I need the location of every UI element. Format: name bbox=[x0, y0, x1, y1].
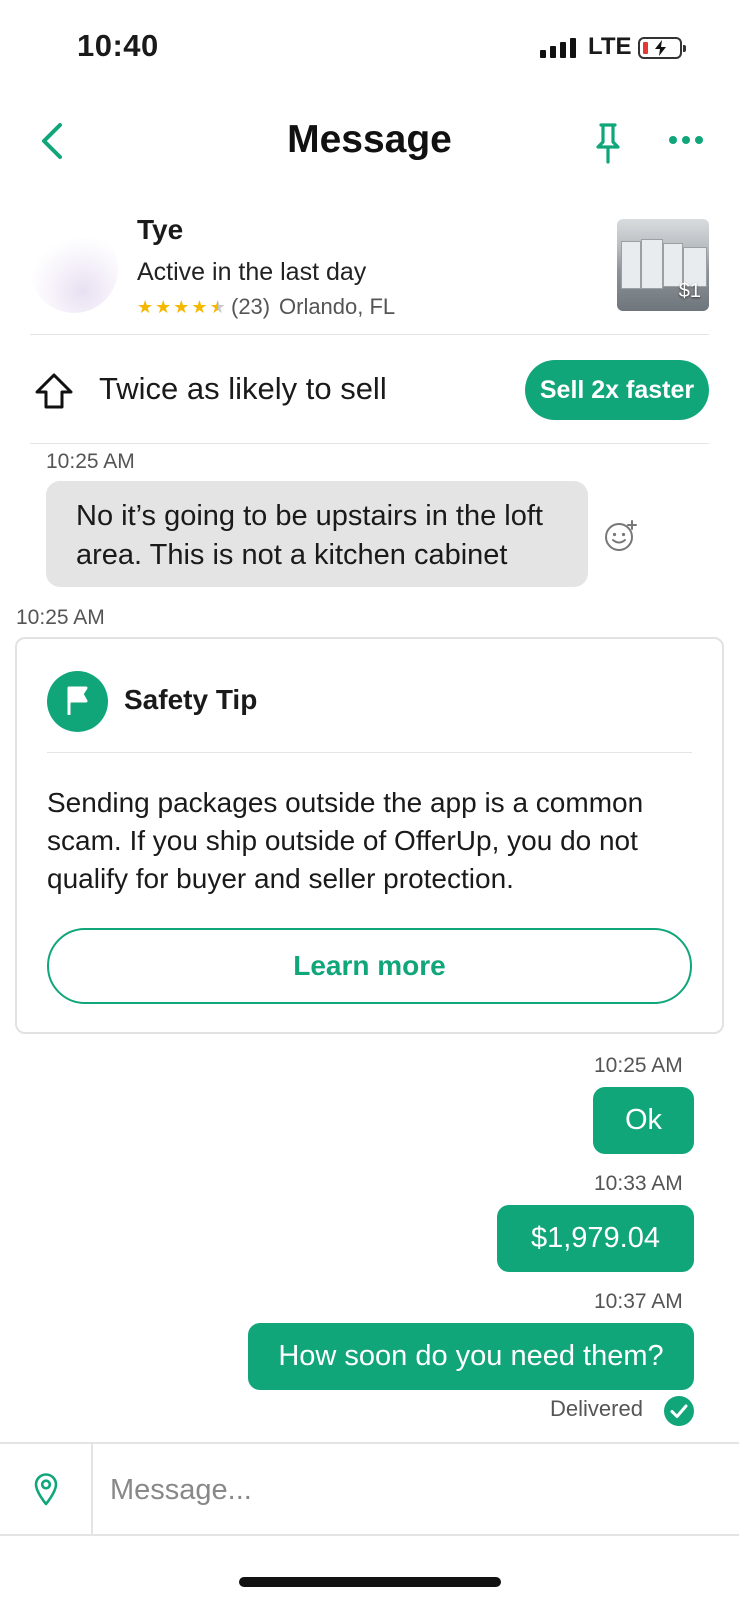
divider bbox=[30, 443, 709, 444]
status-time: 10:40 bbox=[77, 28, 159, 63]
seller-activity-status: Active in the last day bbox=[137, 258, 367, 286]
signal-icon bbox=[540, 38, 576, 58]
divider bbox=[30, 334, 709, 335]
battery-icon bbox=[638, 37, 686, 59]
home-indicator[interactable] bbox=[239, 1577, 501, 1587]
network-label: LTE bbox=[588, 33, 632, 60]
half-star-icon: ★ bbox=[209, 297, 226, 317]
message-timestamp: 10:25 AM bbox=[46, 450, 135, 473]
outgoing-message-bubble[interactable]: $1,979.04 bbox=[497, 1205, 694, 1272]
outgoing-message-bubble[interactable]: Ok bbox=[593, 1087, 694, 1154]
message-input[interactable] bbox=[108, 1460, 722, 1520]
flag-icon bbox=[47, 671, 108, 732]
star-icon: ★ bbox=[191, 297, 208, 317]
avatar[interactable] bbox=[30, 225, 118, 313]
check-icon bbox=[664, 1396, 694, 1426]
safety-tip-title: Safety Tip bbox=[124, 684, 258, 715]
share-location-button[interactable] bbox=[0, 1444, 93, 1534]
listing-price: $1 bbox=[678, 280, 701, 302]
listing-thumbnail[interactable]: $1 bbox=[617, 219, 709, 311]
star-icon: ★ bbox=[155, 297, 172, 317]
promo-text: Twice as likely to sell bbox=[99, 371, 387, 406]
rating-stars: ★ ★ ★ ★ ★ bbox=[137, 297, 226, 318]
sell-faster-button[interactable]: Sell 2x faster bbox=[525, 360, 709, 420]
arrow-up-outline-icon bbox=[34, 372, 74, 415]
more-button[interactable] bbox=[668, 132, 704, 150]
more-horizontal-icon bbox=[669, 136, 703, 144]
incoming-message-bubble[interactable]: No it’s going to be upstairs in the loft… bbox=[46, 481, 588, 587]
seller-location: Orlando, FL bbox=[279, 294, 396, 319]
rating-count: (23) bbox=[231, 294, 271, 319]
seller-name[interactable]: Tye bbox=[137, 214, 183, 246]
page-title: Message bbox=[287, 118, 452, 161]
learn-more-button[interactable]: Learn more bbox=[47, 928, 692, 1004]
safety-tip-body: Sending packages outside the app is a co… bbox=[47, 787, 644, 894]
star-icon: ★ bbox=[137, 297, 154, 317]
pin-button[interactable] bbox=[594, 122, 622, 169]
message-timestamp: 10:37 AM bbox=[594, 1290, 683, 1313]
outgoing-message-bubble[interactable]: How soon do you need them? bbox=[248, 1323, 694, 1390]
delivery-status: Delivered bbox=[550, 1396, 643, 1421]
message-timestamp: 10:33 AM bbox=[594, 1172, 683, 1195]
add-reaction-icon bbox=[605, 520, 637, 551]
message-timestamp: 10:25 AM bbox=[594, 1054, 683, 1077]
add-reaction-button[interactable] bbox=[604, 519, 638, 558]
divider bbox=[47, 752, 692, 753]
location-pin-icon bbox=[34, 1473, 57, 1506]
pin-icon bbox=[596, 123, 620, 164]
star-icon: ★ bbox=[173, 297, 190, 317]
message-timestamp: 10:25 AM bbox=[16, 606, 105, 629]
